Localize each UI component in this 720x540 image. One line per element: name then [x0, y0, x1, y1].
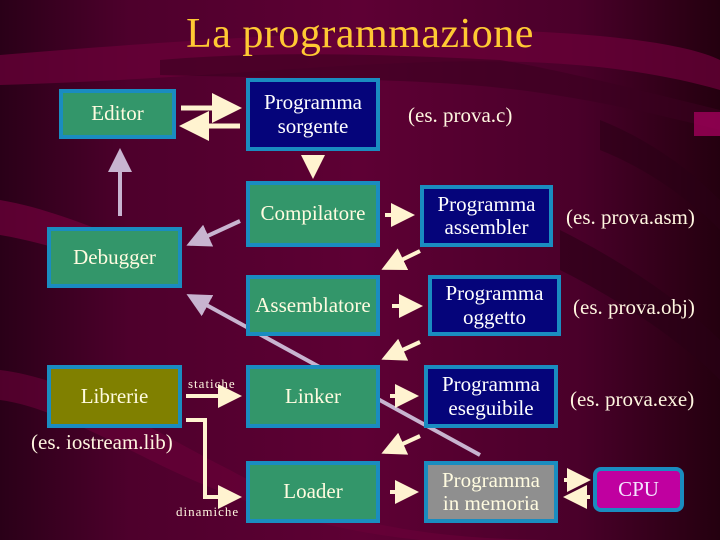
- programma-eseguibile-label-1: Programma: [442, 372, 540, 397]
- programma-in-memoria-label-1: Programma: [442, 467, 540, 492]
- programma-assembler-box: Programma assembler: [420, 185, 553, 247]
- label-statiche: statiche: [188, 376, 236, 391]
- programma-eseguibile-label-2: eseguibile: [448, 395, 534, 420]
- note-sorgente: (es. prova.c): [408, 103, 513, 127]
- programma-eseguibile-box: Programma eseguibile: [424, 365, 558, 428]
- loader-box: Loader: [246, 461, 380, 523]
- linker-label: Linker: [285, 383, 341, 408]
- label-dinamiche: dinamiche: [176, 504, 240, 519]
- note-eseguibile: (es. prova.exe): [570, 387, 695, 411]
- programma-oggetto-label-2: oggetto: [463, 304, 526, 329]
- librerie-label: Librerie: [80, 383, 149, 408]
- editor-box: Editor: [59, 89, 176, 139]
- programma-sorgente-label-1: Programma: [264, 90, 362, 115]
- editor-label: Editor: [91, 101, 144, 126]
- arrow-oggetto-to-linker: [381, 338, 421, 361]
- programma-oggetto-label-1: Programma: [445, 281, 544, 306]
- assemblatore-box: Assemblatore: [246, 275, 380, 336]
- arrow-eseguibile-to-loader: [381, 432, 421, 455]
- arrow-compilatore-to-debugger: [186, 219, 241, 247]
- debugger-label: Debugger: [73, 244, 156, 269]
- librerie-box: Librerie: [47, 365, 182, 428]
- programma-assembler-label-1: Programma: [437, 191, 536, 216]
- note-librerie: (es. iostream.lib): [31, 430, 173, 454]
- compilatore-box: Compilatore: [246, 181, 380, 247]
- programma-in-memoria-box: Programma in memoria: [424, 461, 558, 523]
- arrow-librerie-to-loader: [186, 418, 242, 509]
- debugger-box: Debugger: [47, 227, 182, 288]
- programma-sorgente-box: Programma sorgente: [246, 78, 380, 151]
- arrow-assembler-to-assemblatore: [381, 248, 421, 271]
- programma-oggetto-box: Programma oggetto: [428, 275, 561, 336]
- programma-sorgente-label-2: sorgente: [277, 113, 349, 138]
- programma-in-memoria-label-2: in memoria: [442, 491, 540, 515]
- compilatore-label: Compilatore: [260, 201, 366, 226]
- note-oggetto: (es. prova.obj): [573, 295, 695, 319]
- assemblatore-label: Assemblatore: [255, 292, 371, 317]
- cpu-box: CPU: [593, 467, 684, 512]
- note-assembler: (es. prova.asm): [566, 205, 695, 229]
- linker-box: Linker: [246, 365, 380, 428]
- cpu-label: CPU: [618, 476, 659, 501]
- loader-label: Loader: [283, 479, 343, 504]
- programma-assembler-label-2: assembler: [444, 215, 529, 239]
